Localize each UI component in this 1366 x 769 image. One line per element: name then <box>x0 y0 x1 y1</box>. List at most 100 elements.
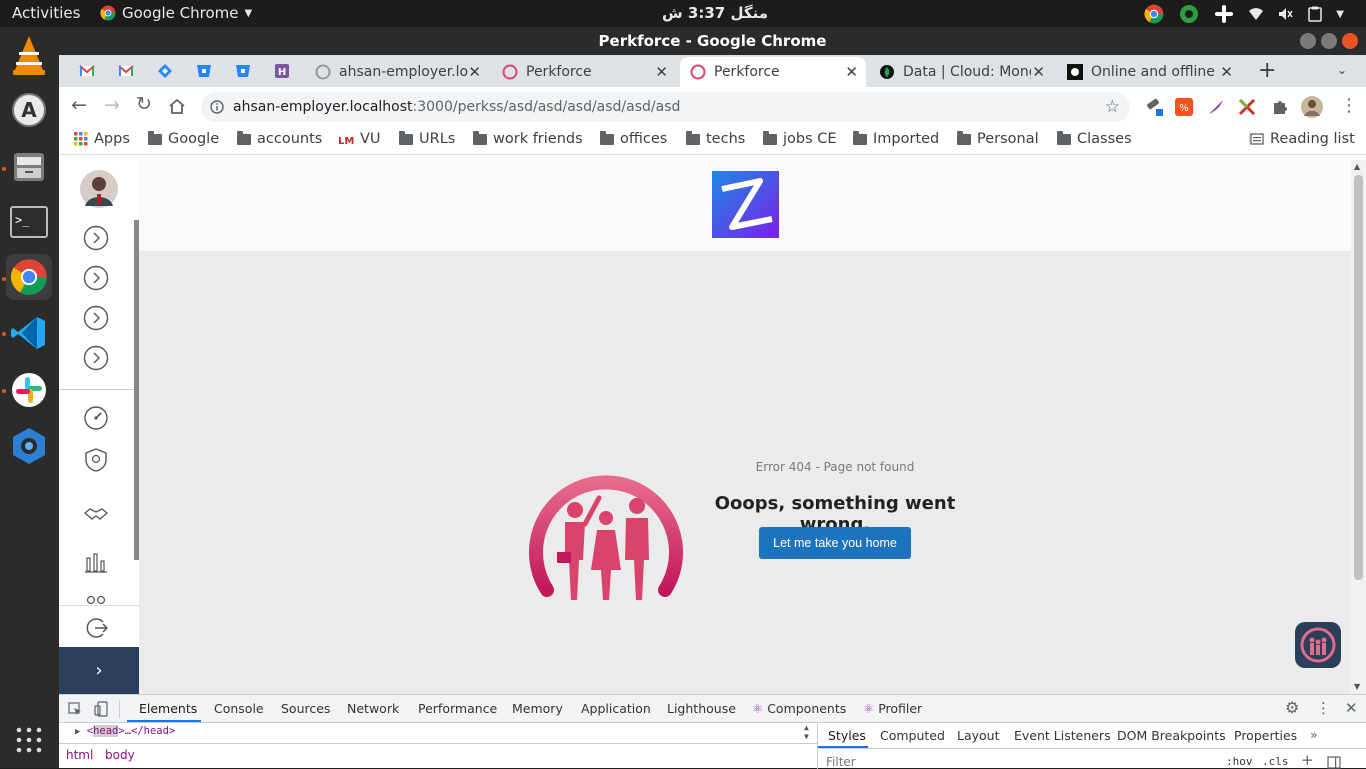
styles-filter-input[interactable]: Filter <box>826 755 856 769</box>
hover-state-toggle[interactable]: :hov <box>1226 755 1253 768</box>
sync-tray-icon[interactable] <box>1178 3 1200 25</box>
tab-ahsan-employer[interactable]: ahsan-employer.lo ✕ <box>305 57 489 87</box>
minimize-button[interactable] <box>1300 33 1316 49</box>
app-launcher[interactable] <box>6 423 52 469</box>
reading-list-button[interactable]: Reading list <box>1249 131 1355 147</box>
volume-icon[interactable] <box>1278 7 1294 21</box>
reload-icon[interactable]: ↻ <box>136 93 152 115</box>
terminal-launcher[interactable]: >_ <box>6 199 52 245</box>
chevron-right-circle-icon[interactable] <box>83 305 109 331</box>
extension-icon[interactable] <box>1145 97 1165 117</box>
heroku-tab-icon[interactable]: H <box>274 63 290 79</box>
brand-logo[interactable] <box>712 171 779 238</box>
handshake-icon[interactable] <box>83 501 109 527</box>
tab-layout[interactable]: Layout <box>957 728 1000 743</box>
breadcrumb-body[interactable]: body <box>105 748 135 762</box>
bookmark-star-icon[interactable]: ☆ <box>1105 92 1120 122</box>
settings-gear-icon[interactable]: ⚙ <box>1285 698 1299 717</box>
bitbucket-tab-icon[interactable] <box>196 63 212 79</box>
vscode-launcher[interactable] <box>6 310 52 356</box>
close-devtools-icon[interactable]: ✕ <box>1345 699 1358 717</box>
dom-node-head[interactable]: ▶ <head>…</head> <box>75 725 175 737</box>
class-toggle[interactable]: .cls <box>1262 755 1289 768</box>
bookmark-folder-offices[interactable]: offices <box>600 130 667 147</box>
tab-styles[interactable]: Styles <box>828 728 866 743</box>
new-tab-button[interactable]: + <box>1258 58 1276 83</box>
chat-widget-button[interactable] <box>1295 622 1341 668</box>
tab-event-listeners[interactable]: Event Listeners <box>1014 728 1111 743</box>
tab-mongodb[interactable]: Data | Cloud: Mong ✕ <box>869 57 1053 87</box>
window-title-bar[interactable]: Perkforce - Google Chrome <box>59 27 1366 55</box>
tab-elements[interactable]: Elements <box>139 701 197 716</box>
bookmark-folder-google[interactable]: Google <box>148 130 219 147</box>
info-icon[interactable] <box>210 100 224 114</box>
bookmark-folder-techs[interactable]: techs <box>686 130 745 147</box>
tab-perkforce[interactable]: Perkforce ✕ <box>492 57 676 87</box>
feather-extension-icon[interactable] <box>1207 98 1225 116</box>
elements-tree[interactable]: ▶ <head>…</head> ▲ ▼ html body <box>59 723 817 769</box>
tab-computed[interactable]: Computed <box>880 728 945 743</box>
tab-perkforce-active[interactable]: Perkforce ✕ <box>680 57 866 87</box>
device-toolbar-icon[interactable] <box>94 701 108 717</box>
page-scrollbar[interactable]: ▲ ▼ <box>1351 160 1366 694</box>
bookmark-vu[interactable]: LM VU <box>338 131 381 147</box>
tab-sources[interactable]: Sources <box>281 701 330 716</box>
breadcrumb-html[interactable]: html <box>66 748 93 762</box>
scroll-down-arrow-icon[interactable]: ▼ <box>1354 682 1360 691</box>
menu-kebab-icon[interactable]: ⋮ <box>1340 95 1358 116</box>
chevron-right-circle-icon[interactable] <box>83 345 109 371</box>
new-style-rule-icon[interactable]: + <box>1301 751 1314 769</box>
bookmark-folder-accounts[interactable]: accounts <box>237 130 322 147</box>
close-tab-icon[interactable]: ✕ <box>845 63 858 81</box>
computed-sidebar-toggle-icon[interactable] <box>1327 756 1341 769</box>
home-icon[interactable] <box>168 98 186 114</box>
scrollbar-thumb[interactable] <box>1354 175 1363 580</box>
take-me-home-button[interactable]: Let me take you home <box>759 527 911 559</box>
user-avatar[interactable] <box>80 170 118 208</box>
puzzle-icon[interactable] <box>1271 98 1289 116</box>
app-menu[interactable]: Google Chrome ▼ <box>100 4 252 22</box>
elements-scroll-arrows[interactable]: ▲ ▼ <box>804 723 809 741</box>
shield-icon[interactable] <box>83 447 109 473</box>
tab-search-chevron-icon[interactable]: ⌄ <box>1337 63 1347 77</box>
bitbucket-tab-icon[interactable] <box>235 63 251 79</box>
close-tab-icon[interactable]: ✕ <box>468 63 481 81</box>
gmail-tab-icon[interactable] <box>118 63 134 79</box>
clock[interactable]: منگل 3:37 ش <box>662 4 768 22</box>
tab-memory[interactable]: Memory <box>512 701 563 716</box>
tab-online-offline[interactable]: Online and offline ✕ <box>1057 57 1241 87</box>
forward-arrow-icon[interactable]: → <box>104 94 120 116</box>
tab-profiler[interactable]: ⚛ Profiler <box>863 701 922 716</box>
chrome-launcher[interactable] <box>6 254 52 300</box>
inspect-element-icon[interactable] <box>68 702 82 716</box>
sidebar-scrollbar[interactable] <box>134 220 139 560</box>
profile-avatar[interactable] <box>1301 96 1323 118</box>
maximize-button[interactable] <box>1321 33 1337 49</box>
scroll-up-arrow-icon[interactable]: ▲ <box>1354 162 1360 171</box>
files-launcher[interactable] <box>6 144 52 190</box>
devtools-kebab-icon[interactable]: ⋮ <box>1316 699 1331 717</box>
close-tab-icon[interactable]: ✕ <box>655 63 668 81</box>
back-arrow-icon[interactable]: ← <box>71 94 87 116</box>
tray-menu-chevron-icon[interactable]: ▼ <box>1336 9 1344 20</box>
chevron-right-circle-icon[interactable] <box>83 225 109 251</box>
tab-network[interactable]: Network <box>347 701 399 716</box>
bookmark-apps[interactable]: Apps <box>74 131 130 147</box>
bookmark-folder-personal[interactable]: Personal <box>957 130 1039 147</box>
bookmark-folder-imported[interactable]: Imported <box>853 130 939 147</box>
expand-triangle-icon[interactable]: ▶ <box>75 727 80 737</box>
bookmark-folder-work-friends[interactable]: work friends <box>473 130 583 147</box>
tab-console[interactable]: Console <box>214 701 264 716</box>
tab-properties[interactable]: Properties <box>1234 728 1297 743</box>
tab-application[interactable]: Application <box>581 701 651 716</box>
chevron-right-circle-icon[interactable] <box>83 265 109 291</box>
slack-tray-icon[interactable] <box>1214 4 1234 24</box>
tools-extension-icon[interactable] <box>1238 98 1256 116</box>
vlc-launcher[interactable] <box>6 32 52 78</box>
software-launcher[interactable]: A <box>6 87 52 133</box>
system-tray[interactable]: ▼ <box>1144 3 1344 25</box>
activities-button[interactable]: Activities <box>12 4 80 22</box>
tab-components[interactable]: ⚛ Components <box>752 701 846 716</box>
address-bar[interactable]: ahsan-employer.localhost:3000/perkss/asd… <box>201 92 1130 122</box>
tab-dom-breakpoints[interactable]: DOM Breakpoints <box>1117 728 1226 743</box>
